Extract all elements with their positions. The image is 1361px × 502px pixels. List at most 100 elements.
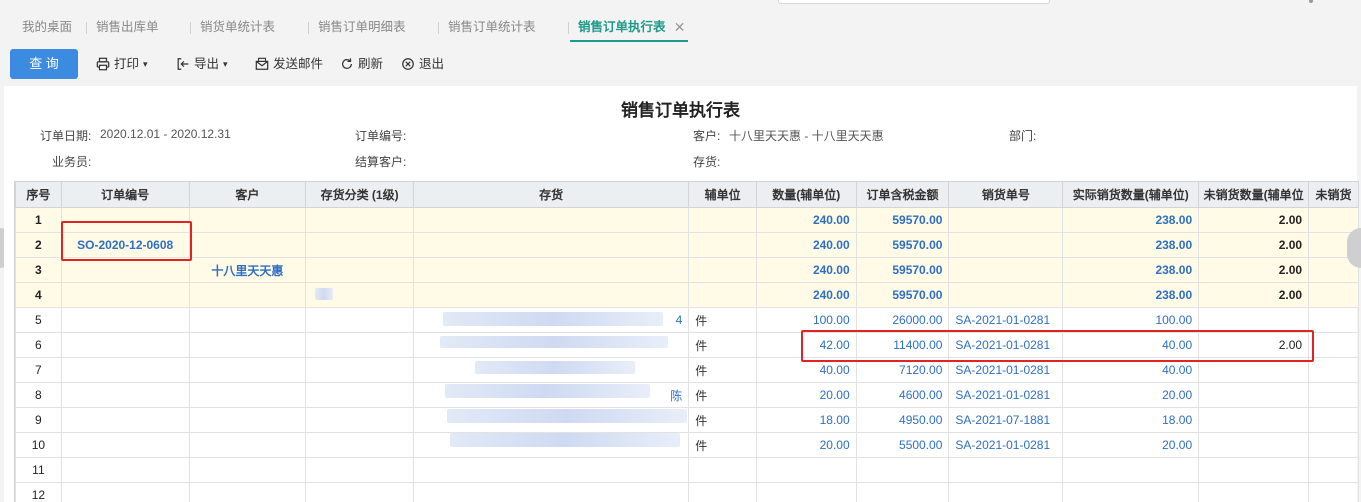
- cell-unsold: [1308, 432, 1359, 458]
- table-row[interactable]: 1 240.00 59570.00 238.00 2.00: [15, 207, 1359, 233]
- export-label: 导出: [194, 57, 220, 71]
- cell-sales-no[interactable]: SA-2021-01-0281: [948, 357, 1064, 383]
- cell-unsold-qty: [1198, 432, 1310, 458]
- print-label: 打印: [114, 57, 140, 71]
- table-header-row: 序号 订单编号 客户 存货分类 (1级) 存货 辅单位 数量(辅单位) 订单含税…: [15, 181, 1359, 208]
- cell-unsold: [1308, 457, 1359, 483]
- table-row[interactable]: 12: [15, 482, 1359, 502]
- col-unit[interactable]: 辅单位: [688, 181, 757, 208]
- cell-qty: 240.00: [755, 232, 857, 258]
- report-panel: 销售订单执行表 订单日期: 2020.12.01 - 2020.12.31 订单…: [4, 86, 1359, 502]
- col-amount[interactable]: 订单含税金额: [855, 181, 950, 208]
- tab-order-execution[interactable]: 销售订单执行表 ✕: [568, 14, 687, 42]
- scroll-right-handle[interactable]: [1347, 228, 1361, 268]
- cell-order-no: [60, 432, 190, 458]
- cell-actual-qty: 238.00: [1062, 282, 1200, 308]
- tab-sales-stats[interactable]: 销货单统计表: [189, 14, 275, 42]
- cell-actual-qty: 100.00: [1062, 307, 1200, 333]
- cell-unit: 件: [688, 332, 757, 358]
- mail-icon: [255, 57, 269, 70]
- col-actual-qty[interactable]: 实际销货数量(辅单位): [1062, 181, 1200, 208]
- cell-sales-no[interactable]: SA-2021-01-0281: [948, 432, 1064, 458]
- redacted-block: [440, 336, 668, 348]
- send-mail-label: 发送邮件: [273, 57, 324, 71]
- export-button[interactable]: 导出 ▾: [176, 49, 228, 79]
- cell-sales-no[interactable]: SA-2021-01-0281: [948, 332, 1064, 358]
- cell-unit: [688, 232, 757, 258]
- table-row[interactable]: 9 件 18.00 4950.00 SA-2021-07-1881 18.00: [15, 407, 1359, 433]
- col-order-no[interactable]: 订单编号: [60, 181, 190, 208]
- cell-qty: 42.00: [755, 332, 857, 358]
- cell-sales-no[interactable]: SA-2021-01-0281: [948, 307, 1064, 333]
- tab-desktop[interactable]: 我的桌面: [22, 14, 72, 42]
- cell-actual-qty: 20.00: [1062, 432, 1200, 458]
- table-row[interactable]: 10 件 20.00 5500.00 SA-2021-01-0281 20.00: [15, 432, 1359, 458]
- col-unsold-qty[interactable]: 未销货数量(辅单位: [1198, 181, 1310, 208]
- export-icon: [177, 58, 189, 70]
- cell-sales-no: [948, 232, 1064, 258]
- global-search-box[interactable]: [778, 0, 1050, 4]
- salesman-label: 业务员:: [52, 155, 92, 169]
- menu-dot-icon[interactable]: [1309, 0, 1313, 3]
- redacted-block: [475, 361, 635, 374]
- refresh-button[interactable]: 刷新: [340, 49, 383, 79]
- exit-button[interactable]: 退出: [401, 49, 444, 79]
- redacted-block: [443, 312, 663, 326]
- col-unsold[interactable]: 未销货: [1308, 181, 1359, 208]
- cell-amount: 7120.00: [855, 357, 950, 383]
- cell-amount: 4950.00: [855, 407, 950, 433]
- table-row[interactable]: 6 件 42.00 11400.00 SA-2021-01-0281 40.00 2.00: [15, 332, 1359, 358]
- col-sales-no[interactable]: 销货单号: [948, 181, 1064, 208]
- col-index[interactable]: 序号: [15, 181, 62, 208]
- chevron-down-icon: ▾: [223, 59, 228, 69]
- cell-customer: [188, 457, 307, 483]
- tab-bar: 我的桌面 销售出库单 销货单统计表 销售订单明细表 销售订单统计表 销售订单执行…: [0, 14, 1361, 42]
- cell-order-no: [60, 382, 190, 408]
- cell-unit: [688, 257, 757, 283]
- tab-order-detail[interactable]: 销售订单明细表: [308, 14, 406, 42]
- cell-category: [305, 357, 414, 383]
- cell-index: 12: [15, 482, 62, 502]
- cell-unit: 件: [688, 357, 757, 383]
- table-row[interactable]: 5 4 件 100.00 26000.00 SA-2021-01-0281 100.00: [15, 307, 1359, 333]
- table-row[interactable]: 2 SO-2020-12-0608 240.00 59570.00 238.00 2.00: [15, 232, 1359, 258]
- query-button[interactable]: 查 询: [10, 49, 78, 79]
- col-stock[interactable]: 存货: [412, 181, 690, 208]
- table-row[interactable]: 3 十八里天天惠 240.00 59570.00 238.00 2.00: [15, 257, 1359, 283]
- table-row[interactable]: 4 240.00 59570.00 238.00 2.00: [15, 282, 1359, 308]
- cell-unsold-qty: 2.00: [1198, 282, 1310, 308]
- dept-label: 部门:: [1009, 129, 1037, 143]
- tab-order-stats[interactable]: 销售订单统计表: [438, 14, 536, 42]
- cell-unsold: [1308, 482, 1359, 502]
- cell-qty: 240.00: [755, 282, 857, 308]
- table-row[interactable]: 7 件 40.00 7120.00 SA-2021-01-0281 40.00: [15, 357, 1359, 383]
- cell-sales-no: [948, 482, 1064, 502]
- close-icon[interactable]: ✕: [674, 14, 686, 40]
- tab-sales-outbound[interactable]: 销售出库单: [86, 14, 159, 42]
- print-button[interactable]: 打印 ▾: [96, 49, 148, 79]
- tab-order-execution-label: 销售订单执行表: [578, 20, 666, 34]
- table-row[interactable]: 11: [15, 457, 1359, 483]
- col-category[interactable]: 存货分类 (1级): [305, 181, 414, 208]
- exit-label: 退出: [419, 57, 445, 71]
- cell-order-no[interactable]: SO-2020-12-0608: [60, 232, 190, 258]
- cell-index: 2: [15, 232, 62, 258]
- order-date-label: 订单日期:: [40, 129, 92, 143]
- execution-table: 序号 订单编号 客户 存货分类 (1级) 存货 辅单位 数量(辅单位) 订单含税…: [15, 181, 1359, 502]
- cell-sales-no[interactable]: SA-2021-01-0281: [948, 382, 1064, 408]
- cell-unsold-qty: [1198, 407, 1310, 433]
- col-qty[interactable]: 数量(辅单位): [755, 181, 857, 208]
- cell-sales-no[interactable]: SA-2021-07-1881: [948, 407, 1064, 433]
- cell-unsold-qty: [1198, 307, 1310, 333]
- table-row[interactable]: 8 陈件 20.00 4600.00 SA-2021-01-0281 20.00: [15, 382, 1359, 408]
- cell-customer: [188, 382, 307, 408]
- send-mail-button[interactable]: 发送邮件: [255, 49, 323, 79]
- cell-actual-qty: 18.00: [1062, 407, 1200, 433]
- cell-category: [305, 482, 414, 502]
- close-circle-icon: [402, 58, 414, 70]
- cell-sales-no: [948, 457, 1064, 483]
- col-customer[interactable]: 客户: [188, 181, 307, 208]
- customer-value: 十八里天天惠 - 十八里天天惠: [729, 129, 884, 143]
- chevron-down-icon: ▾: [143, 59, 148, 69]
- cell-amount: 4600.00: [855, 382, 950, 408]
